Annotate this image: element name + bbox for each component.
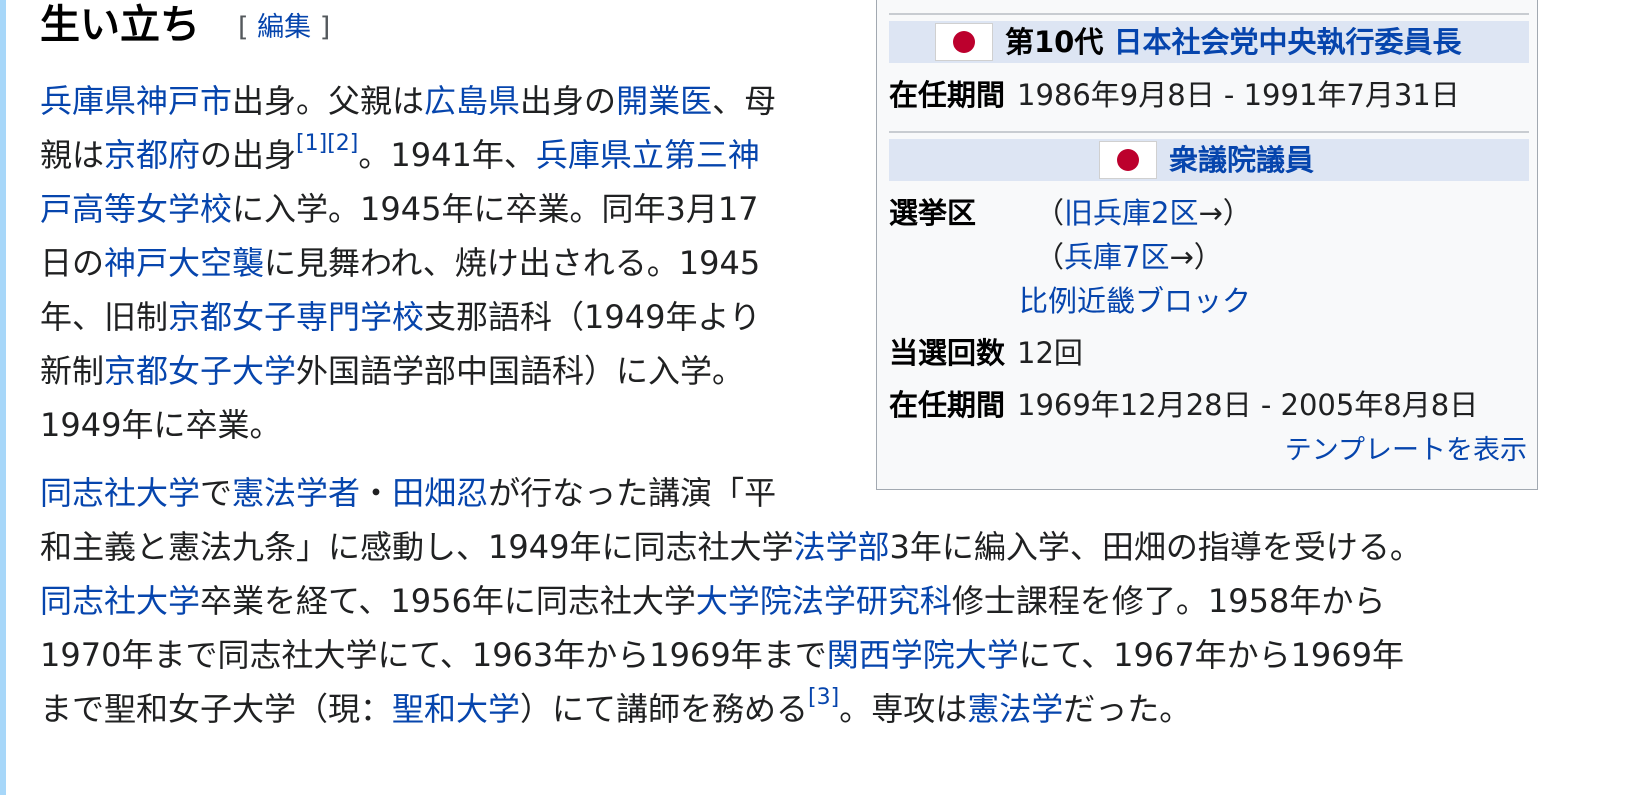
body-text: が行なった講演「平 <box>488 474 777 512</box>
wiki-link[interactable]: 京都女子大学 <box>104 352 296 390</box>
body-text: 1949年に卒業。 <box>40 406 282 444</box>
body-text: 支那語科（1949年より <box>424 298 761 336</box>
body-text: 日の <box>40 244 105 282</box>
wiki-link[interactable]: 戸高等女学校 <box>40 190 232 228</box>
japan-flag-icon <box>1099 141 1157 179</box>
wiki-link[interactable]: 関西学院大学 <box>827 636 1019 674</box>
wiki-link[interactable]: 兵庫県立第三神 <box>536 136 760 174</box>
rep-title-link[interactable]: 衆議院議員 <box>1169 143 1314 177</box>
body-text: に入学。1945年に卒業。同年3月17 <box>232 190 759 228</box>
japan-flag-icon <box>935 23 993 61</box>
paragraph-early-life: 兵庫県神戸市出身。父親は広島県出身の開業医、母 親は京都府の出身[1][2]。19… <box>40 74 776 452</box>
text-line: 同志社大学卒業を経て、1956年に同志社大学大学院法学研究科修士課程を修了。19… <box>40 574 1422 628</box>
body-text: まで聖和女子大学（現： <box>40 690 393 728</box>
wiki-link[interactable]: 兵庫県神戸市 <box>40 82 232 120</box>
body-text: 。1941年、 <box>358 136 536 174</box>
elections-value: 12回 <box>1017 336 1083 370</box>
text-line: 戸高等女学校に入学。1945年に卒業。同年3月17 <box>40 182 776 236</box>
body-text: 3年に編入学、田畑の指導を受ける。 <box>889 528 1422 566</box>
citation-link[interactable]: [2] <box>327 131 358 156</box>
district-row: （兵庫7区→） <box>1035 235 1223 279</box>
wiki-link[interactable]: 憲法学 <box>967 690 1063 728</box>
wiki-link[interactable]: 田畑忍 <box>392 474 488 512</box>
district-link[interactable]: 旧兵庫2区 <box>1064 196 1198 230</box>
citation-link[interactable]: [1] <box>296 131 327 156</box>
body-text: 親は <box>40 136 105 174</box>
text-line: 兵庫県神戸市出身。父親は広島県出身の開業医、母 <box>40 74 776 128</box>
body-text: 出身。父親は <box>232 82 425 120</box>
body-text: 、母 <box>712 82 777 120</box>
body-text: にて、1967年から1969年 <box>1018 636 1405 674</box>
citation-link[interactable]: [3] <box>808 685 839 710</box>
body-text: 和主義と憲法九条」に感動し、1949年に同志社大学 <box>40 528 794 566</box>
text-line: まで聖和女子大学（現：聖和大学）にて講師を務める[3]。専攻は憲法学だった。 <box>40 682 1422 736</box>
wiki-link[interactable]: 広島県 <box>424 82 520 120</box>
wiki-link[interactable]: 同志社大学 <box>40 582 200 620</box>
district-row: （旧兵庫2区→） <box>1035 191 1252 235</box>
term2-value: 1969年12月28日 - 2005年8月8日 <box>1017 388 1479 422</box>
edit-bracket-open: [ <box>238 12 249 43</box>
text-line: 1970年まで同志社大学にて、1963年から1969年まで関西学院大学にて、19… <box>40 628 1422 682</box>
wiki-link[interactable]: 大学院法学研究科 <box>696 582 952 620</box>
body-text: 卒業を経て、1956年に同志社大学 <box>200 582 696 620</box>
text-line: 日の神戸大空襲に見舞われ、焼け出される。1945 <box>40 236 776 290</box>
body-text: 出身の <box>520 82 617 120</box>
body-text: ）にて講師を務める <box>520 690 809 728</box>
chair-title-link[interactable]: 日本社会党中央執行委員長 <box>1113 25 1461 59</box>
term1-label: 在任期間 <box>889 78 1006 112</box>
wiki-link[interactable]: 開業医 <box>616 82 712 120</box>
section-heading: 生い立ち <box>40 2 200 48</box>
wiki-link[interactable]: 法学部 <box>793 528 889 566</box>
succession-arrow: → <box>1169 240 1194 274</box>
show-template-link[interactable]: テンプレートを表示 <box>1285 433 1527 469</box>
elections-label: 当選回数 <box>889 336 1006 370</box>
infobox-divider <box>889 131 1529 133</box>
text-line: 新制京都女子大学外国語学部中国語科）に入学。 <box>40 344 776 398</box>
infobox-title-rep: 衆議院議員 <box>1169 139 1314 181</box>
text-line: 1949年に卒業。 <box>40 398 776 452</box>
body-text: で <box>200 474 233 512</box>
wiki-link[interactable]: 聖和大学 <box>392 690 520 728</box>
paren-close: ） <box>1193 240 1223 274</box>
body-text: に見舞われ、焼け出される。1945 <box>264 244 761 282</box>
text-line: 年、旧制京都女子専門学校支那語科（1949年より <box>40 290 776 344</box>
body-text: 外国語学部中国語科）に入学。 <box>296 352 745 390</box>
body-text: 年、旧制 <box>40 298 169 336</box>
wiki-link[interactable]: 憲法学者 <box>232 474 360 512</box>
paren-open: （ <box>1035 240 1065 274</box>
body-text: 新制 <box>40 352 105 390</box>
infobox: 第10代 日本社会党中央執行委員長 在任期間 1986年9月8日 - 1991年… <box>876 0 1538 490</box>
edit-bracket-close: ] <box>319 12 331 43</box>
paren-open: （ <box>1035 196 1065 230</box>
wiki-link[interactable]: 京都女子専門学校 <box>168 298 424 336</box>
district-link[interactable]: 比例近畿ブロック <box>1019 284 1251 318</box>
body-text: ・ <box>360 474 393 512</box>
wiki-link[interactable]: 京都府 <box>104 136 200 174</box>
district-row: 比例近畿ブロック <box>1019 279 1251 323</box>
district-label: 選挙区 <box>889 196 977 230</box>
text-line: 和主義と憲法九条」に感動し、1949年に同志社大学法学部3年に編入学、田畑の指導… <box>40 520 1422 574</box>
wiki-link[interactable]: 神戸大空襲 <box>104 244 264 282</box>
body-text: 1970年まで同志社大学にて、1963年から1969年まで <box>40 636 827 674</box>
text-line: 親は京都府の出身[1][2]。1941年、兵庫県立第三神 <box>40 128 776 182</box>
succession-arrow: → <box>1198 196 1223 230</box>
section-edit: [ 編集 ] <box>238 10 330 46</box>
infobox-divider <box>889 13 1529 15</box>
district-link[interactable]: 兵庫7区 <box>1064 240 1169 274</box>
paragraph-education: 同志社大学で憲法学者・田畑忍が行なった講演「平 和主義と憲法九条」に感動し、194… <box>40 466 1422 736</box>
paren-close: ） <box>1222 196 1252 230</box>
term2-label: 在任期間 <box>889 388 1006 422</box>
wiki-link[interactable]: 同志社大学 <box>40 474 200 512</box>
body-text: 修士課程を修了。1958年から <box>951 582 1386 620</box>
infobox-title-chair: 第10代 日本社会党中央執行委員長 <box>1005 21 1461 63</box>
body-text: 。専攻は <box>839 690 968 728</box>
body-text: だった。 <box>1063 690 1192 728</box>
body-text: の出身 <box>200 136 297 174</box>
term1-value: 1986年9月8日 - 1991年7月31日 <box>1017 78 1460 112</box>
content-left-border <box>0 0 6 795</box>
edit-link[interactable]: 編集 <box>257 12 311 43</box>
chair-ordinal: 第10代 <box>1005 25 1104 59</box>
